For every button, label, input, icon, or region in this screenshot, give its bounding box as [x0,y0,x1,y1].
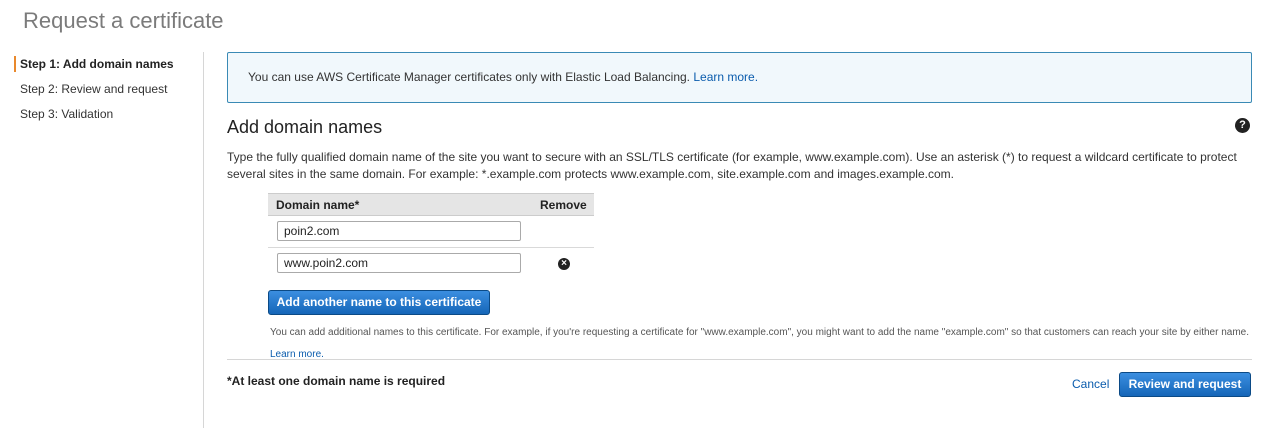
info-message: You can use AWS Certificate Manager cert… [248,70,758,84]
domain-names-table: Domain name* Remove × [268,193,594,279]
table-row [268,216,594,247]
column-header-remove: Remove [540,198,587,212]
active-step-marker [14,56,16,72]
table-row: × [268,247,594,279]
add-another-name-button[interactable]: Add another name to this certificate [268,290,490,315]
help-icon[interactable]: ? [1235,118,1250,133]
info-learn-more-link[interactable]: Learn more. [693,70,758,84]
cancel-link[interactable]: Cancel [1072,377,1109,391]
domain-name-input-2[interactable] [277,253,521,273]
review-and-request-button[interactable]: Review and request [1119,372,1251,397]
table-header: Domain name* Remove [268,193,594,216]
remove-icon[interactable]: × [558,258,570,270]
hint-text: You can add additional names to this cer… [270,327,1249,338]
column-header-domain-name: Domain name* [276,198,360,212]
info-alert: You can use AWS Certificate Manager cert… [227,52,1252,103]
sidebar-divider [203,52,204,428]
required-note: *At least one domain name is required [227,374,446,388]
page-title: Request a certificate [23,8,224,33]
footer-divider [227,359,1252,360]
step-3-validation[interactable]: Step 3: Validation [20,107,113,121]
domain-name-input-1[interactable] [277,221,521,241]
section-description: Type the fully qualified domain name of … [227,150,1237,181]
info-text: You can use AWS Certificate Manager cert… [248,70,691,84]
section-title: Add domain names [227,117,383,137]
step-2-review-and-request[interactable]: Step 2: Review and request [20,82,167,96]
step-1-add-domain-names[interactable]: Step 1: Add domain names [20,57,174,71]
